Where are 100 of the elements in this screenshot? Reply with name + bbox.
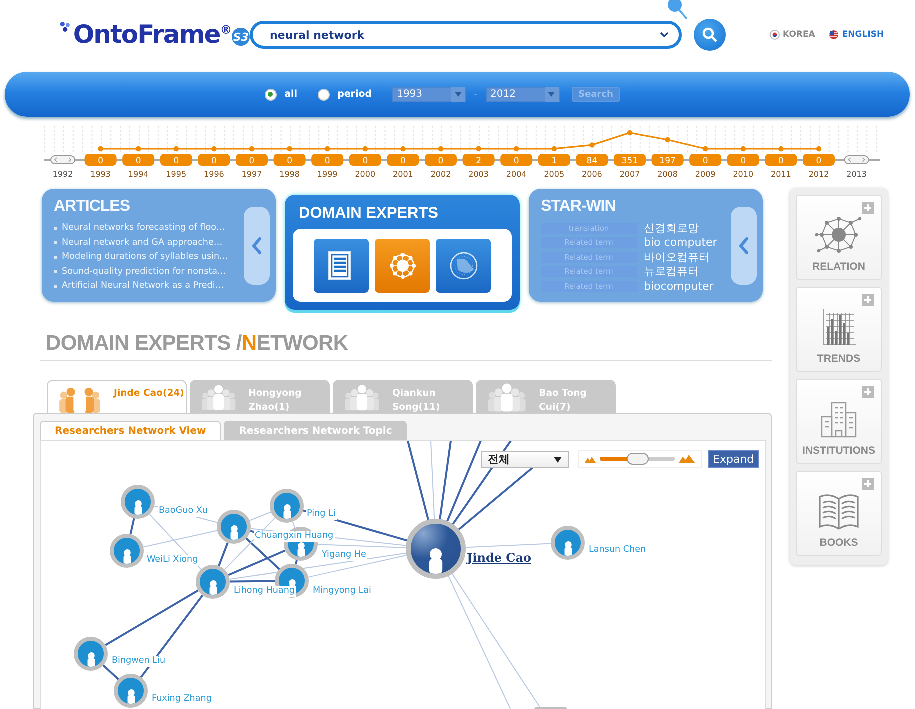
data-label: 0 bbox=[98, 156, 104, 166]
bullet-icon bbox=[54, 270, 57, 274]
data-label: 0 bbox=[740, 156, 746, 166]
data-label: 0 bbox=[136, 156, 142, 166]
data-point bbox=[136, 146, 142, 152]
term-link[interactable]: bio computer bbox=[644, 236, 718, 250]
value-label: 0 bbox=[160, 154, 192, 166]
article-link[interactable]: Modeling durations of syllables usin… bbox=[62, 252, 228, 262]
year-label: 2000 bbox=[355, 170, 376, 179]
avatar-icon[interactable] bbox=[196, 565, 230, 599]
bullet-icon bbox=[54, 256, 57, 259]
previous-button[interactable] bbox=[731, 207, 757, 285]
edition-badge: S3 bbox=[232, 28, 250, 46]
radio-label: all bbox=[284, 89, 298, 100]
globe-icon bbox=[448, 250, 480, 282]
data-point bbox=[514, 146, 520, 152]
data-point bbox=[400, 146, 406, 152]
plus-icon bbox=[862, 478, 874, 490]
sidebar-card[interactable]: INSTITUTIONS bbox=[796, 379, 882, 464]
value-label: 0 bbox=[425, 154, 457, 166]
sidebar-label: INSTITUTIONS bbox=[802, 445, 876, 457]
range-separator: - bbox=[474, 89, 478, 100]
mountain-icon bbox=[679, 455, 695, 463]
value-label: 0 bbox=[236, 154, 268, 166]
search-button[interactable] bbox=[694, 19, 726, 51]
range-handle[interactable] bbox=[844, 156, 870, 164]
avatar-icon[interactable] bbox=[114, 674, 148, 708]
value-label: 0 bbox=[500, 154, 533, 166]
year-label: 2007 bbox=[620, 170, 640, 179]
data-point bbox=[438, 146, 444, 152]
logo-text: OntoFrame bbox=[73, 21, 220, 49]
filter-dropdown[interactable]: 전체 bbox=[481, 451, 569, 468]
caret-icon bbox=[554, 456, 562, 462]
data-point bbox=[627, 130, 633, 136]
avatar-icon[interactable] bbox=[406, 519, 466, 579]
year-label: 2008 bbox=[658, 170, 678, 179]
expand-button[interactable]: Expand bbox=[708, 450, 760, 468]
chevron-left-icon bbox=[738, 237, 750, 255]
article-link[interactable]: Neural network and GA approache… bbox=[62, 238, 223, 248]
previous-button[interactable] bbox=[244, 207, 270, 285]
value-label: 0 bbox=[690, 154, 722, 166]
author-label: BaoGuo Xu bbox=[158, 506, 209, 517]
author-link[interactable]: Jinde Cao bbox=[466, 551, 532, 565]
language-link[interactable]: KOREA bbox=[770, 30, 816, 40]
data-label: 197 bbox=[660, 156, 676, 166]
registered-mark: ® bbox=[220, 23, 232, 37]
year-label: 1996 bbox=[204, 170, 224, 179]
sidebar-label: TRENDS bbox=[817, 353, 861, 365]
avatar-icon[interactable] bbox=[121, 485, 155, 519]
avatar-icon[interactable] bbox=[74, 637, 108, 671]
term-link[interactable]: biocomputer bbox=[644, 280, 714, 293]
value-label: 2 bbox=[462, 154, 495, 166]
avatar-icon[interactable] bbox=[110, 534, 144, 568]
value-label: 0 bbox=[765, 154, 798, 166]
sidebar-card[interactable]: RELATION bbox=[796, 195, 882, 280]
avatar-icon[interactable] bbox=[270, 489, 304, 523]
year-label: 2012 bbox=[808, 170, 830, 179]
expert-tab[interactable]: Jinde Cao(24) bbox=[47, 380, 187, 413]
data-point bbox=[362, 146, 368, 152]
data-point bbox=[174, 146, 179, 152]
list-view-button[interactable] bbox=[314, 238, 369, 292]
article-link[interactable]: Neural networks forecasting of floo… bbox=[62, 223, 226, 234]
range-handle[interactable] bbox=[50, 156, 76, 164]
sidebar-card[interactable]: TRENDS bbox=[796, 287, 882, 372]
term-link[interactable]: 뉴로컴퓨터 bbox=[644, 264, 699, 280]
data-label: 0 bbox=[174, 156, 180, 166]
search-field[interactable]: neural network bbox=[250, 21, 682, 49]
language-link[interactable]: ENGLISH bbox=[829, 30, 884, 40]
section-title: DOMAIN EXPERTS /NETWORK bbox=[46, 331, 348, 356]
author-label: Lihong Huang bbox=[233, 586, 296, 597]
network-view-button[interactable] bbox=[375, 238, 430, 292]
year-label: 2013 bbox=[846, 170, 867, 179]
avatar-icon[interactable] bbox=[551, 526, 585, 560]
data-point bbox=[212, 146, 217, 152]
year-label: 1998 bbox=[280, 170, 300, 179]
slider-thumb[interactable] bbox=[626, 453, 648, 465]
year-label: 2010 bbox=[733, 170, 754, 179]
term-link[interactable]: 바이오컴퓨터 bbox=[644, 250, 710, 265]
value-label: 84 bbox=[576, 154, 608, 166]
article-link[interactable]: Artificial Neural Network as a Predi… bbox=[62, 281, 224, 292]
data-point bbox=[665, 137, 670, 143]
view-tab[interactable]: Researchers Network View bbox=[40, 421, 222, 440]
sidebar-card[interactable]: BOOKS bbox=[796, 471, 882, 556]
avatar-icon[interactable] bbox=[217, 510, 251, 544]
data-label: 0 bbox=[249, 156, 255, 166]
year-label: 1995 bbox=[166, 170, 187, 179]
data-point bbox=[552, 146, 557, 152]
article-link[interactable]: Sound-quality prediction for nonsta… bbox=[62, 266, 226, 277]
caret-icon bbox=[454, 92, 462, 97]
value-label: 0 bbox=[122, 154, 155, 166]
plus-icon bbox=[862, 294, 874, 306]
globe-view-button[interactable] bbox=[436, 238, 491, 292]
data-label: 84 bbox=[586, 156, 598, 166]
value-label: 0 bbox=[84, 154, 117, 166]
year-label: 2011 bbox=[771, 170, 792, 179]
flag-icon bbox=[829, 30, 840, 40]
flag-icon bbox=[770, 30, 780, 40]
term-link[interactable]: 신경회로망 bbox=[644, 220, 699, 236]
chevron-down-icon bbox=[660, 32, 669, 38]
data-point bbox=[476, 146, 482, 152]
